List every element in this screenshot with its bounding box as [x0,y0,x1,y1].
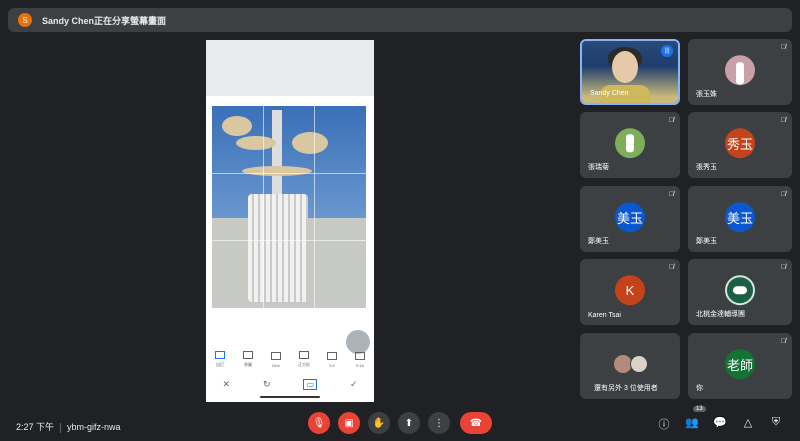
bottom-bar: 2:27 下午 ybm-gifz-nwa 🎙 ▣ ✋ ⬆ ⋮ ☎ ⓘ 👥 13 💬… [0,406,800,441]
presenter-avatar: S [18,13,32,27]
avatar: 美玉 [725,202,755,233]
people-icon[interactable]: 👥 [685,416,699,429]
camera-off-button[interactable]: ▣ [338,412,360,434]
crop-photo [212,106,366,308]
participant-name: 張秀玉 [696,164,717,171]
avatar: 秀玉 [725,128,755,159]
more-options-button[interactable]: ⋮ [428,412,450,434]
home-indicator [260,396,320,398]
mic-off-icon: 🎙̸ [668,117,674,124]
participant-tile[interactable]: 🎙̸ 美玉 鄭美玉 [688,186,792,252]
mic-off-icon: 🎙̸ [780,264,786,271]
mic-off-icon: 🎙 [312,417,326,429]
speaking-icon: ||| [661,45,673,57]
shared-screen: 自訂 原圖 DHv 正方形 3:4 9:16 ✕ ↻ ▭ ✓ [8,38,570,402]
info-icon[interactable]: ⓘ [657,416,671,432]
present-icon: ⬆ [404,417,414,429]
participant-tile[interactable]: 🎙̸ 美玉 鄭美玉 [580,186,680,252]
participant-name: 北桃金達輔導團 [696,311,745,318]
aspect-icon[interactable]: ▭ [303,378,317,390]
self-tile[interactable]: 🎙̸ 老師 你 [688,333,792,399]
present-button[interactable]: ⬆ [398,412,420,434]
ratio-square[interactable]: 正方形 [293,351,315,368]
participant-name: Karen Tsai [588,312,621,319]
participant-tile[interactable]: 🎙̸ 北桃金達輔導團 [688,259,792,325]
raise-hand-button[interactable]: ✋ [368,412,390,434]
close-icon[interactable]: ✕ [222,379,230,390]
participant-name: Sandy Chen [590,90,629,97]
crop-actions: ✕ ↻ ▭ ✓ [206,374,374,394]
mic-off-icon: 🎙̸ [780,191,786,198]
avatar [725,55,755,86]
clock: 2:27 下午 [16,422,55,432]
participant-tile[interactable]: 🎙̸ K Karen Tsai [580,259,680,325]
rotate-icon[interactable]: ↻ [263,379,271,390]
shared-phone-screen: 自訂 原圖 DHv 正方形 3:4 9:16 ✕ ↻ ▭ ✓ [206,40,374,402]
avatar [615,128,645,159]
more-vert-icon: ⋮ [434,417,444,429]
participant-tile[interactable]: 🎙̸ 張瑞菊 [580,112,680,178]
hang-up-icon: ☎ [469,417,483,429]
participant-tile[interactable]: 🎙̸ 張玉姝 [688,39,792,105]
host-controls-icon[interactable]: ⛨ [769,416,783,429]
ratio-3-4[interactable]: 3:4 [321,352,343,368]
ratio-9-16[interactable]: 9:16 [349,352,371,368]
ratio-dhv[interactable]: DHv [265,352,287,368]
participant-name: 張玉姝 [696,91,717,98]
participant-name: 鄭美玉 [588,238,609,245]
meeting-info: 2:27 下午 ybm-gifz-nwa [16,420,121,433]
screen-share-text: Sandy Chen正在分享螢幕畫面 [42,15,167,26]
participant-name: 你 [696,385,703,392]
avatar: 老師 [725,349,755,380]
mic-off-button[interactable]: 🎙 [308,412,330,434]
leave-call-button[interactable]: ☎ [460,412,492,434]
mini-avatar [630,355,648,373]
participant-tile-sandy[interactable]: ||| Sandy Chen [580,39,680,105]
participant-name: 鄭美玉 [696,238,717,245]
camera-off-icon: ▣ [344,417,354,429]
meeting-code: ybm-gifz-nwa [67,422,121,432]
hand-icon: ✋ [372,417,386,429]
mic-off-icon: 🎙̸ [668,191,674,198]
mic-off-icon: 🎙̸ [780,117,786,124]
crop-ratio-toolbar: 自訂 原圖 DHv 正方形 3:4 9:16 [206,338,374,368]
others-label: 還有另外 3 位使用者 [594,385,658,392]
ratio-original[interactable]: 原圖 [237,351,259,368]
mic-off-icon: 🎙̸ [780,44,786,51]
check-icon[interactable]: ✓ [350,379,358,390]
screen-share-banner: S Sandy Chen正在分享螢幕畫面 [8,8,792,32]
participant-count-badge: 13 [693,406,706,412]
others-tile[interactable]: 還有另外 3 位使用者 [580,333,680,399]
mic-off-icon: 🎙̸ [780,338,786,345]
ratio-custom[interactable]: 自訂 [209,351,231,368]
avatar: 美玉 [615,202,645,233]
chat-icon[interactable]: 💬 [713,416,727,429]
mic-off-icon: 🎙̸ [668,264,674,271]
participant-tile[interactable]: 🎙̸ 秀玉 張秀玉 [688,112,792,178]
logo-avatar [725,275,755,306]
participant-name: 張瑞菊 [588,164,609,171]
activities-icon[interactable]: △ [741,416,755,429]
avatar: K [615,275,645,306]
